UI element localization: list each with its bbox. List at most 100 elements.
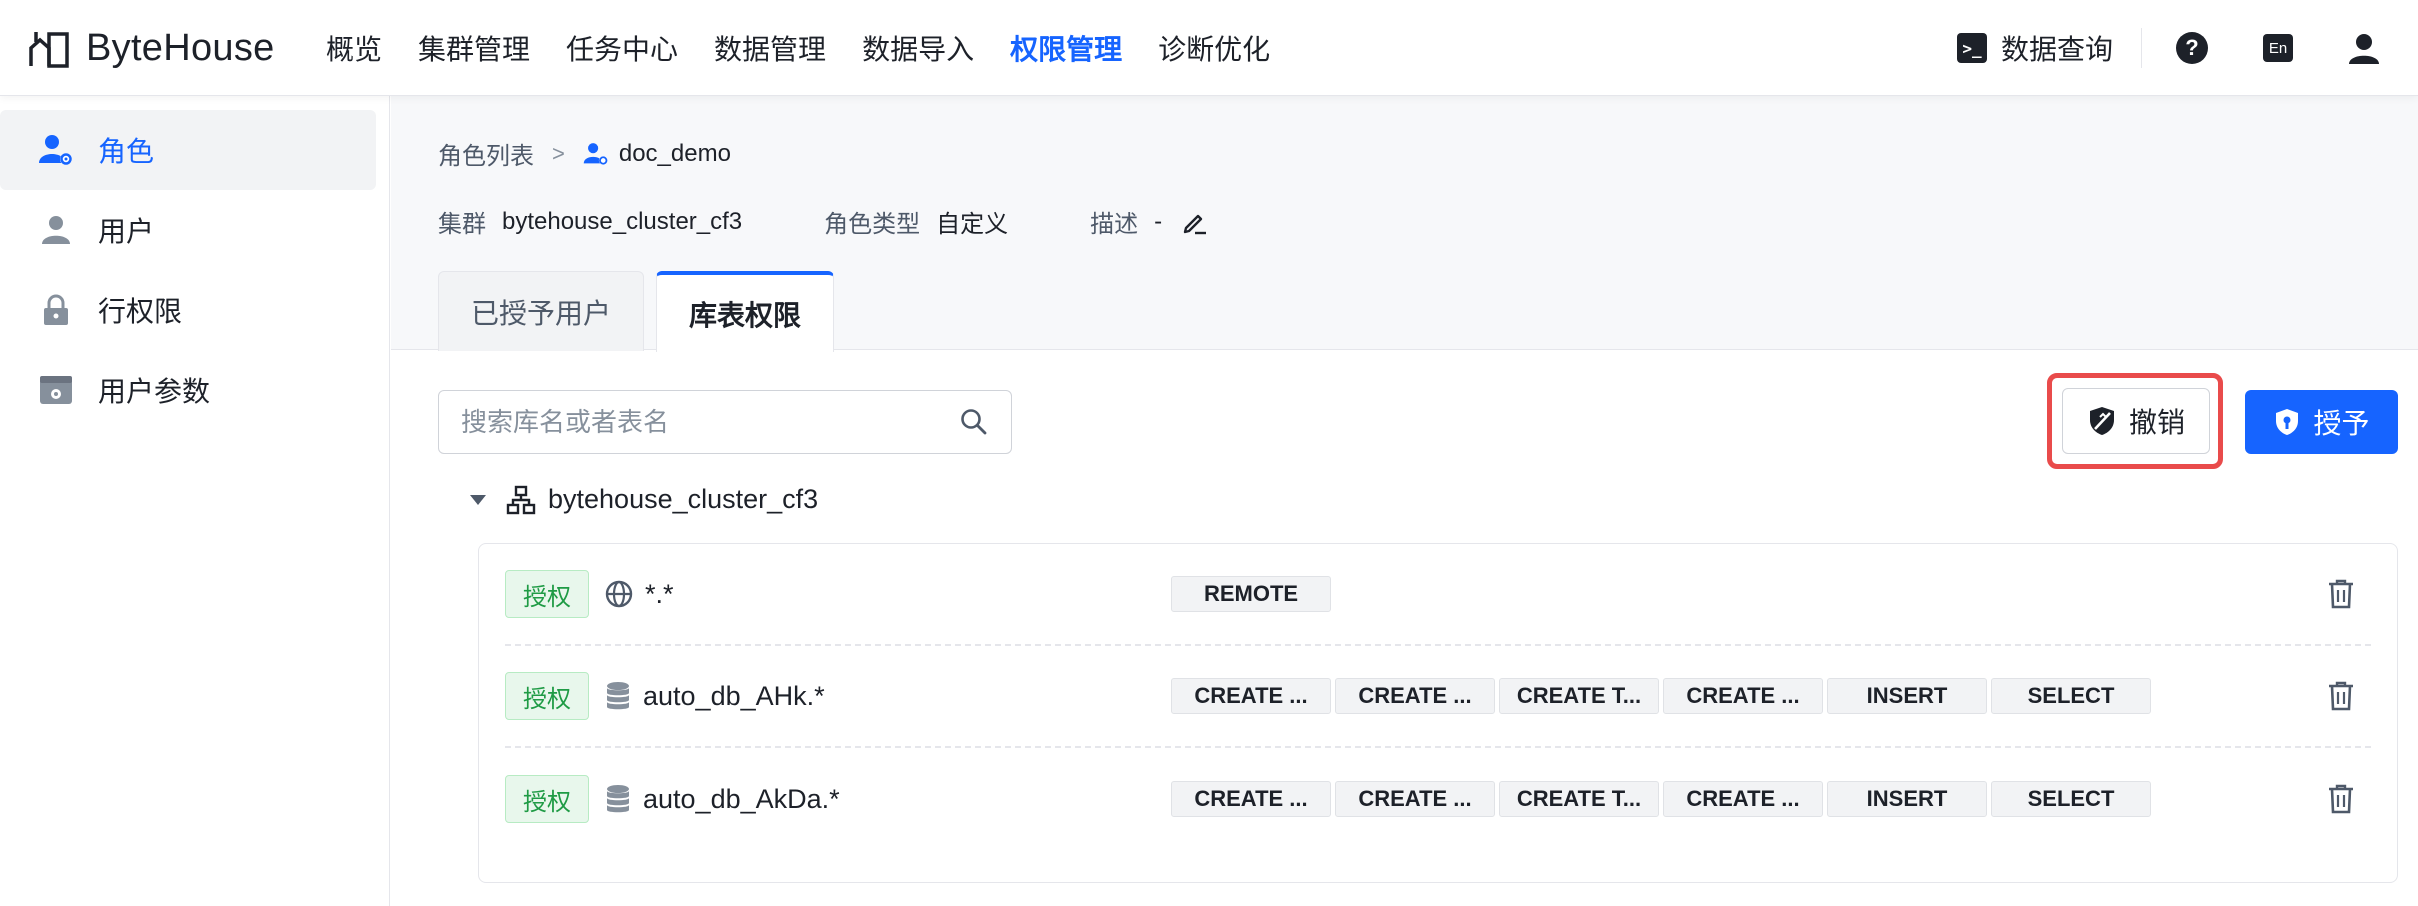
help-icon: ? xyxy=(2176,32,2208,64)
language-button[interactable]: En xyxy=(2258,28,2298,68)
account-button[interactable] xyxy=(2344,28,2384,68)
breadcrumb: 角色列表 > doc_demo xyxy=(438,136,731,171)
nav-item-task-center[interactable]: 任务中心 xyxy=(566,28,678,68)
privilege-tag: SELECT xyxy=(1991,678,2151,714)
avatar-icon xyxy=(2349,34,2379,64)
search-box xyxy=(438,390,1012,454)
settings-window-icon xyxy=(38,372,74,408)
grant-status-tag: 授权 xyxy=(505,775,589,823)
database-icon xyxy=(607,682,629,710)
role-icon xyxy=(38,132,74,168)
main-nav: 概览 集群管理 任务中心 数据管理 数据导入 权限管理 诊断优化 xyxy=(326,0,1306,96)
cluster-name: bytehouse_cluster_cf3 xyxy=(548,484,819,514)
cluster-value: bytehouse_cluster_cf3 xyxy=(502,207,743,235)
permission-list-panel: 授权 *.* REMOTE 授权 auto_db_AHk.* CREATE ..… xyxy=(478,543,2398,883)
edit-icon xyxy=(1183,214,1207,234)
privilege-tag: INSERT xyxy=(1827,781,1987,817)
permission-object: auto_db_AkDa.* xyxy=(605,784,840,815)
revoke-button[interactable]: 撤销 xyxy=(2062,388,2210,454)
grant-status-tag: 授权 xyxy=(505,672,589,720)
privilege-tag: CREATE ... xyxy=(1335,781,1495,817)
privilege-tag: CREATE T... xyxy=(1499,678,1659,714)
bytehouse-logo[interactable]: ByteHouse xyxy=(28,24,275,72)
privilege-tag: INSERT xyxy=(1827,678,1987,714)
sidebar-item-label: 用户 xyxy=(98,216,155,247)
language-icon: En xyxy=(2263,34,2293,62)
grant-button[interactable]: 授予 xyxy=(2245,390,2398,454)
nav-item-overview[interactable]: 概览 xyxy=(326,28,382,68)
sidebar-item-users[interactable]: 用户 xyxy=(0,190,376,270)
sidebar-item-label: 角色 xyxy=(98,136,155,167)
sidebar-item-label: 用户参数 xyxy=(98,376,211,407)
terminal-icon: >_ xyxy=(1956,33,1987,63)
sidebar: 角色 用户 行权限 用户参数 xyxy=(0,96,390,906)
search-input[interactable] xyxy=(461,406,959,438)
data-query-label: 数据查询 xyxy=(2000,34,2113,65)
cluster-icon xyxy=(506,485,536,514)
privilege-list: REMOTE xyxy=(1171,576,1335,612)
top-navigation-bar: ByteHouse 概览 集群管理 任务中心 数据管理 数据导入 权限管理 诊断… xyxy=(0,0,2418,96)
privilege-list: CREATE ... CREATE ... CREATE T... CREATE… xyxy=(1171,678,2155,714)
description-label: 描述 xyxy=(1090,211,1139,238)
description-value: - xyxy=(1154,207,1163,235)
permission-object: *.* xyxy=(605,579,674,610)
privilege-tag: CREATE T... xyxy=(1499,781,1659,817)
nav-item-diagnosis-optimization[interactable]: 诊断优化 xyxy=(1158,28,1270,68)
trash-icon xyxy=(2329,579,2353,609)
permission-row: 授权 auto_db_AkDa.* CREATE ... CREATE ... … xyxy=(505,748,2371,850)
privilege-tag: SELECT xyxy=(1991,781,2151,817)
trash-icon xyxy=(2329,681,2353,711)
breadcrumb-current-label: doc_demo xyxy=(618,139,731,167)
role-type-label: 角色类型 xyxy=(824,211,921,238)
nav-item-permission-management[interactable]: 权限管理 xyxy=(1010,28,1122,68)
breadcrumb-separator: > xyxy=(552,140,565,166)
role-detail-header: 角色列表 > doc_demo 集群 bytehouse_cluster_cf3… xyxy=(391,96,2418,352)
nav-item-cluster-management[interactable]: 集群管理 xyxy=(418,28,530,68)
revoke-shield-icon xyxy=(2089,407,2114,435)
database-icon xyxy=(607,785,629,813)
privilege-tag: CREATE ... xyxy=(1663,781,1823,817)
permission-object-name: *.* xyxy=(645,578,674,609)
permission-row: 授权 auto_db_AHk.* CREATE ... CREATE ... C… xyxy=(505,646,2371,748)
delete-permission-button[interactable] xyxy=(2321,676,2361,716)
grant-label: 授予 xyxy=(2313,408,2370,439)
globe-icon xyxy=(605,580,633,608)
delete-permission-button[interactable] xyxy=(2321,574,2361,614)
sidebar-item-user-parameters[interactable]: 用户参数 xyxy=(0,350,376,430)
edit-description-button[interactable] xyxy=(1182,209,1208,235)
privilege-tag: CREATE ... xyxy=(1335,678,1495,714)
nav-item-data-import[interactable]: 数据导入 xyxy=(862,28,974,68)
grant-status-tag: 授权 xyxy=(505,570,589,618)
detail-tabs: 已授予用户 库表权限 xyxy=(438,271,846,352)
user-icon xyxy=(38,212,74,248)
role-meta: 集群 bytehouse_cluster_cf3 角色类型 自定义 描述 - xyxy=(438,204,1208,239)
revoke-label: 撤销 xyxy=(2128,407,2185,438)
privilege-tag: CREATE ... xyxy=(1663,678,1823,714)
search-icon[interactable] xyxy=(959,407,989,437)
lock-icon xyxy=(38,292,74,328)
sidebar-item-row-permissions[interactable]: 行权限 xyxy=(0,270,376,350)
collapse-caret-icon[interactable] xyxy=(470,494,486,505)
sidebar-item-label: 行权限 xyxy=(98,296,183,327)
logo-text: ByteHouse xyxy=(86,26,275,69)
tab-database-table-permissions[interactable]: 库表权限 xyxy=(656,271,835,352)
privilege-list: CREATE ... CREATE ... CREATE T... CREATE… xyxy=(1171,781,2155,817)
top-right-actions: >_ 数据查询 ? En xyxy=(1956,0,2418,96)
permission-row: 授权 *.* REMOTE xyxy=(505,544,2371,646)
tab-granted-users[interactable]: 已授予用户 xyxy=(438,271,645,351)
grant-shield-icon xyxy=(2276,409,2299,435)
nav-item-data-management[interactable]: 数据管理 xyxy=(714,28,826,68)
permission-object-name: auto_db_AkDa.* xyxy=(643,783,840,814)
role-icon xyxy=(583,142,608,165)
privilege-tag: REMOTE xyxy=(1171,576,1331,612)
breadcrumb-current: doc_demo xyxy=(583,140,731,168)
delete-permission-button[interactable] xyxy=(2321,779,2361,819)
privilege-tag: CREATE ... xyxy=(1171,678,1331,714)
data-query-button[interactable]: >_ 数据查询 xyxy=(1956,28,2142,68)
help-button[interactable]: ? xyxy=(2172,28,2212,68)
breadcrumb-role-list-link[interactable]: 角色列表 xyxy=(438,136,534,171)
sidebar-item-roles[interactable]: 角色 xyxy=(0,110,376,190)
cluster-tree-node: bytehouse_cluster_cf3 xyxy=(470,484,818,515)
permission-object-name: auto_db_AHk.* xyxy=(643,680,825,711)
trash-icon xyxy=(2329,784,2353,814)
